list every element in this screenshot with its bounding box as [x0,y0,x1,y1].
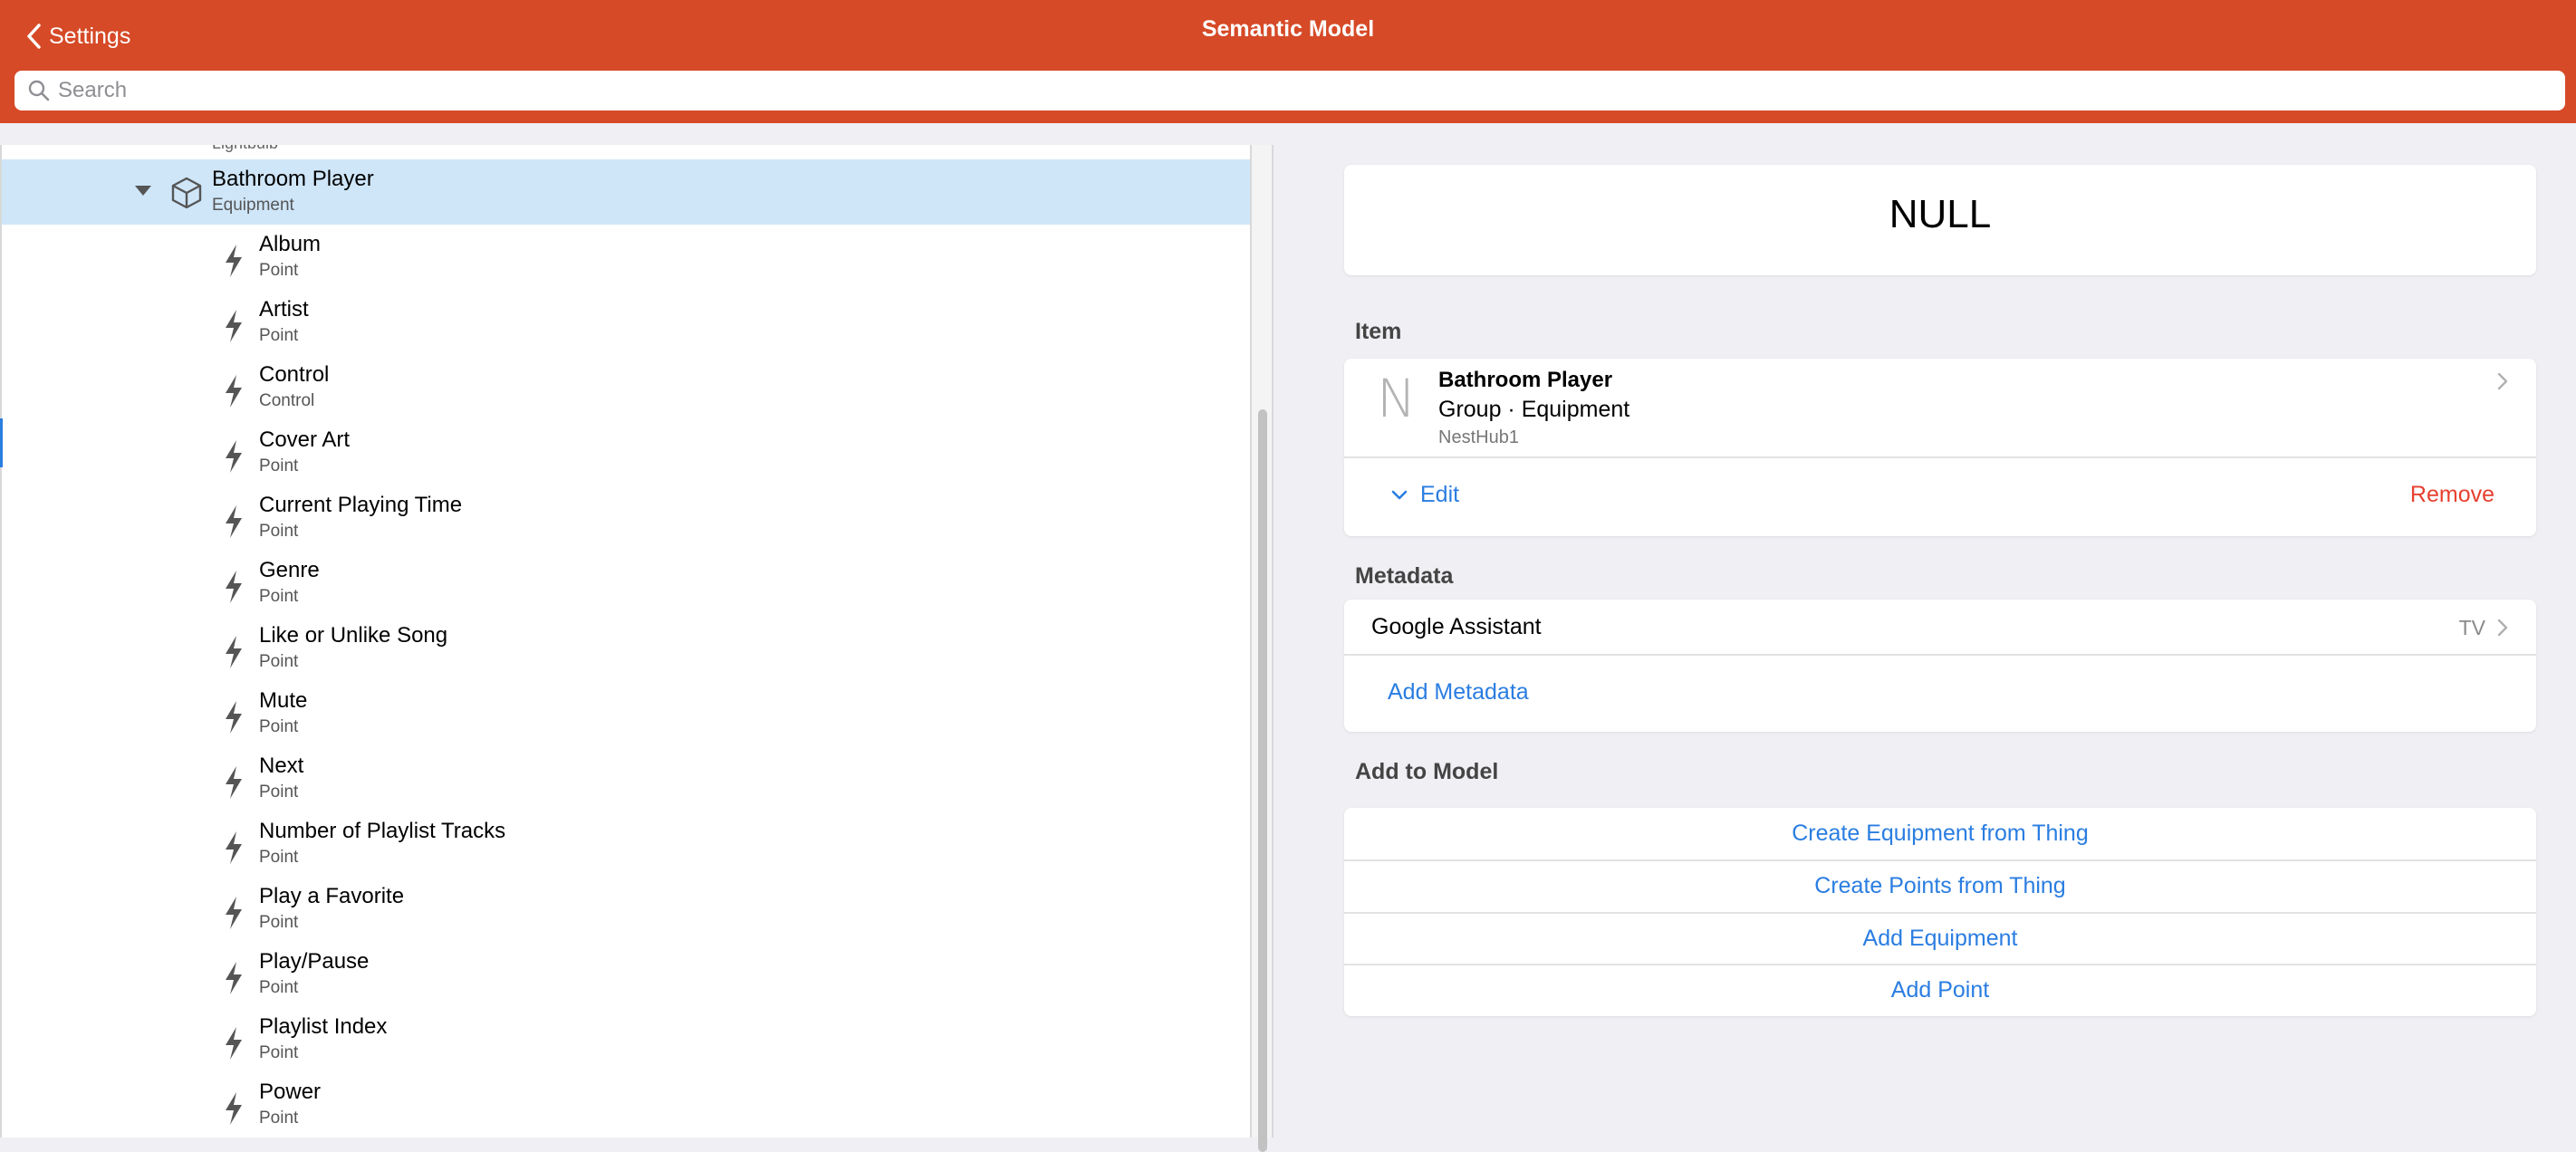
tree-item-point[interactable]: Genre Point [2,551,1250,616]
bolt-icon [226,375,242,408]
item-card: N Bathroom Player Group · Equipment Nest… [1344,359,2536,536]
tree-scrollbar[interactable] [1250,145,1274,1152]
tree-item-subtitle: Point [259,522,299,541]
tree-item-subtitle: Point [259,848,299,867]
bolt-icon [226,1027,242,1060]
search-icon [28,80,50,101]
item-id: NestHub1 [1438,427,1519,447]
edit-button[interactable]: Edit [1391,482,1459,508]
tree-item-title: Cover Art [259,427,351,452]
bolt-icon [226,831,242,864]
bolt-icon [226,245,242,277]
tree-item-point[interactable]: Album Point [2,225,1250,290]
metadata-row-google-assistant[interactable]: Google Assistant TV [1344,600,2536,654]
tree-item-subtitle: Point [259,261,299,280]
tree-item-bathroom-player[interactable]: Bathroom Player Equipment [2,159,1250,225]
tree-item-title: Genre [259,558,320,582]
caret-down-icon[interactable] [132,183,154,197]
tree-item-subtitle: Point [259,652,299,671]
add-to-model-label: Add to Model [1355,759,1499,784]
tree-item-subtitle: Point [259,587,299,606]
divider [1344,456,2536,458]
bolt-icon [226,962,242,994]
tree-item-subtitle: Point [259,1043,299,1062]
tree-item-title: Next [259,754,304,778]
tree-item-clipped-sub: Lightbulb [212,145,278,153]
add-metadata-button[interactable]: Add Metadata [1388,679,1529,706]
bolt-icon [226,571,242,603]
tree-item-title: Control [259,362,330,387]
tree-item-subtitle: Point [259,456,299,475]
bolt-icon [226,440,242,473]
item-type: Group · Equipment [1438,397,1630,422]
chevron-down-icon [1391,490,1408,499]
tree-item-title: Bathroom Player [212,167,374,191]
tree-item-point[interactable]: Next Point [2,746,1250,811]
item-details-link[interactable]: Bathroom Player Group · Equipment NestHu… [1344,359,2536,456]
bolt-icon [226,1092,242,1125]
tree-item-point[interactable]: Power Point [2,1072,1250,1138]
edit-button-label: Edit [1420,482,1460,507]
navigation-bar: Settings Semantic Model [0,0,2576,123]
tree-item-point[interactable]: Mute Point [2,681,1250,746]
metadata-section-label: Metadata [1355,563,1454,589]
tree-item-point[interactable]: Control Control [2,355,1250,420]
tree-item-point[interactable]: Like or Unlike Song Point [2,616,1250,681]
search-bar[interactable] [14,71,2565,110]
bolt-icon [226,310,242,342]
tree-item-title: Mute [259,688,308,713]
selection-indicator [0,418,3,467]
create-equipment-from-thing-button[interactable]: Create Equipment from Thing [1344,808,2536,859]
tree-item-title: Album [259,232,322,256]
create-points-from-thing-button[interactable]: Create Points from Thing [1344,860,2536,912]
tree-item-subtitle: Point [259,717,299,736]
tree-item-title: Playlist Index [259,1014,388,1039]
add-point-button[interactable]: Add Point [1344,965,2536,1016]
tree-item-point[interactable]: Current Playing Time Point [2,485,1250,551]
bolt-icon [226,766,242,799]
tree-item-subtitle: Equipment [212,196,294,215]
tree-item-title: Like or Unlike Song [259,623,448,648]
tree-item-subtitle: Point [259,326,299,345]
tree-item-subtitle: Point [259,782,299,802]
item-state-card: NULL [1344,165,2536,275]
tree-item-point[interactable]: Play/Pause Point [2,942,1250,1007]
tree-item-title: Play a Favorite [259,884,405,908]
tree-item-title: Play/Pause [259,949,370,974]
bolt-icon [226,701,242,734]
metadata-value: TV [2458,616,2485,639]
scrollbar-thumb[interactable] [1258,409,1267,1152]
search-input[interactable] [58,78,2565,103]
add-equipment-button[interactable]: Add Equipment [1344,913,2536,965]
chevron-right-icon [2497,619,2508,637]
bolt-icon [226,505,242,538]
divider [1344,654,2536,656]
item-state-value: NULL [1889,192,1992,236]
remove-button[interactable]: Remove [2410,482,2494,508]
tree-item-point[interactable]: Cover Art Point [2,420,1250,485]
item-section-label: Item [1355,319,1402,344]
tree-item-subtitle: Point [259,978,299,997]
tree-item-title: Current Playing Time [259,493,463,517]
tree-item-subtitle: Point [259,913,299,932]
page-title: Semantic Model [1201,16,1375,42]
tree-item-point[interactable]: Artist Point [2,290,1250,355]
cube-icon [171,177,202,209]
item-name: Bathroom Player [1438,368,1613,392]
bolt-icon [226,897,242,929]
tree-item-point[interactable]: Play a Favorite Point [2,877,1250,942]
metadata-card: Google Assistant TV Add Metadata [1344,600,2536,732]
semantic-tree[interactable]: Lightbulb Bathroom Player Equipment Albu… [0,145,1250,1138]
tree-item-title: Artist [259,297,309,322]
metadata-name: Google Assistant [1371,614,1542,639]
tree-item-point[interactable]: Number of Playlist Tracks Point [2,811,1250,877]
tree-item-subtitle: Control [259,391,315,410]
tree-item-point[interactable]: Playlist Index Point [2,1007,1250,1072]
tree-item-subtitle: Point [259,1109,299,1128]
tree-item-title: Power [259,1080,322,1104]
tree-item-title: Number of Playlist Tracks [259,819,506,843]
chevron-right-icon [2497,372,2508,390]
add-to-model-card: Create Equipment from Thing Create Point… [1344,808,2536,1016]
bolt-icon [226,636,242,668]
